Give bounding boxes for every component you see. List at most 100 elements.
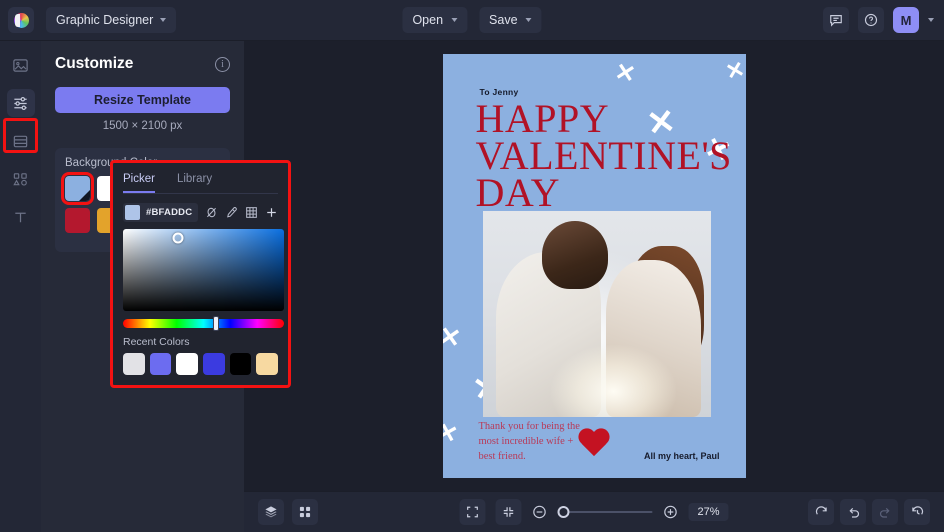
headline-line-3: DAY [475,170,560,216]
headline-line-1: HAPPY [475,96,610,141]
recent-color-5[interactable] [229,353,252,375]
history-button[interactable] [904,499,930,525]
eyedropper-icon [226,207,237,218]
panel-header: Customize i [55,55,230,73]
zoom-slider-handle[interactable] [557,506,570,518]
zoom-controls: 27% [459,499,729,525]
hex-input[interactable]: #BFADDC [123,203,199,222]
chevron-down-icon [451,18,458,22]
sliders-icon [14,96,27,110]
open-label: Open [412,13,444,27]
avatar[interactable]: M [893,7,919,33]
palette-grid-button[interactable] [244,205,258,220]
canvas-stage[interactable]: ✕ ✕ ✕ ✕ ✕ ✕ ✕ To Jenny HAPPY VALENTINE'S… [244,41,944,491]
plus-icon [266,208,276,217]
save-button[interactable]: Save [479,7,542,33]
sidebar-item-layouts[interactable] [7,127,35,155]
open-button[interactable]: Open [402,7,468,33]
recent-color-2[interactable] [149,353,172,375]
chevron-down-icon [525,18,532,22]
eyedropper-button[interactable] [224,205,238,220]
account-chevron-down-icon[interactable] [928,18,934,22]
file-actions: Open Save [402,7,542,33]
help-circle-icon [864,13,878,27]
fit-to-screen-icon [467,506,478,518]
canvas-message-text[interactable]: Thank you for being the most incredible … [479,419,589,465]
sidebar-item-customize[interactable] [6,89,35,117]
bottom-toolbar: 27% [244,491,944,532]
hue-slider[interactable] [123,316,284,331]
help-button[interactable] [858,7,884,33]
headline-line-2: VALENTINE'S [475,133,732,179]
canvas-headline[interactable]: HAPPY VALENTINE'S DAY [475,96,732,216]
app-name-label: Graphic Designer [56,13,154,27]
zoom-level-value[interactable]: 27% [688,503,729,521]
background-swatch-selected[interactable] [61,172,94,205]
layers-icon [265,506,277,518]
saturation-value-area[interactable] [123,229,284,311]
undo-button[interactable] [840,499,866,525]
zoom-to-fit-icon [503,507,514,517]
grid-view-button[interactable] [292,499,318,525]
page-title: Customize [55,55,134,72]
redo-button[interactable] [872,499,898,525]
avatar-initial: M [900,12,912,28]
bottom-left-tools [258,499,318,525]
chevron-down-icon [160,18,167,22]
text-icon [15,212,26,222]
recent-color-1[interactable] [123,353,145,375]
zoom-out-button[interactable] [531,504,547,520]
no-color-button[interactable] [204,205,218,220]
comment-button[interactable] [823,7,849,33]
sidebar-item-elements[interactable] [7,165,35,193]
recent-colors-row [123,353,279,375]
shapes-icon [13,172,27,186]
sv-selector-handle[interactable] [172,232,184,244]
refresh-button[interactable] [808,499,834,525]
add-color-button[interactable] [264,205,278,220]
recent-color-3[interactable] [176,353,199,375]
color-picker-popup: Picker Library #BFADDC Recent Colors [110,160,291,388]
zoom-in-button[interactable] [662,504,678,520]
layers-button[interactable] [258,499,284,525]
app-logo[interactable] [8,7,34,33]
sidebar-item-images[interactable] [7,51,35,79]
background-swatch-red[interactable] [65,208,90,233]
zoom-in-icon [664,505,677,519]
undo-icon [848,507,859,518]
account-actions: M [823,7,934,33]
recent-color-6[interactable] [256,353,279,375]
decorative-x-icon: ✕ [442,320,463,354]
swatch-corner-icon [79,190,90,201]
zoom-to-fit-button[interactable] [495,499,522,525]
tab-library[interactable]: Library [177,169,212,193]
app-switcher[interactable]: Graphic Designer [46,7,177,33]
decorative-x-icon: ✕ [442,417,461,450]
tab-picker[interactable]: Picker [123,169,155,193]
resize-template-button[interactable]: Resize Template [55,87,230,113]
hue-slider-handle[interactable] [213,316,220,331]
zoom-slider[interactable] [557,506,653,518]
left-tool-rail [0,41,41,532]
sidebar-item-text[interactable] [7,203,35,231]
current-color-swatch [125,205,140,220]
zoom-out-icon [533,505,546,519]
color-wheel-logo-icon [13,12,29,28]
hex-row: #BFADDC [123,203,278,222]
picker-tabs: Picker Library [123,169,278,194]
fit-to-screen-button[interactable] [459,499,486,525]
canvas-signature-text[interactable]: All my heart, Paul [644,451,720,461]
info-icon[interactable]: i [215,56,230,72]
recent-color-4[interactable] [203,353,225,375]
layout-icon [13,135,28,147]
hex-value: #BFADDC [146,207,193,218]
canvas-photo[interactable] [482,211,711,417]
redo-icon [879,507,890,518]
grid-view-icon [299,506,311,518]
decorative-x-icon: ✕ [612,58,638,89]
history-icon [911,505,923,515]
design-canvas[interactable]: ✕ ✕ ✕ ✕ ✕ ✕ ✕ To Jenny HAPPY VALENTINE'S… [442,54,746,478]
decorative-x-icon: ✕ [722,56,746,85]
template-dimensions: 1500 × 2100 px [102,120,183,132]
photo-head-left [541,221,608,290]
